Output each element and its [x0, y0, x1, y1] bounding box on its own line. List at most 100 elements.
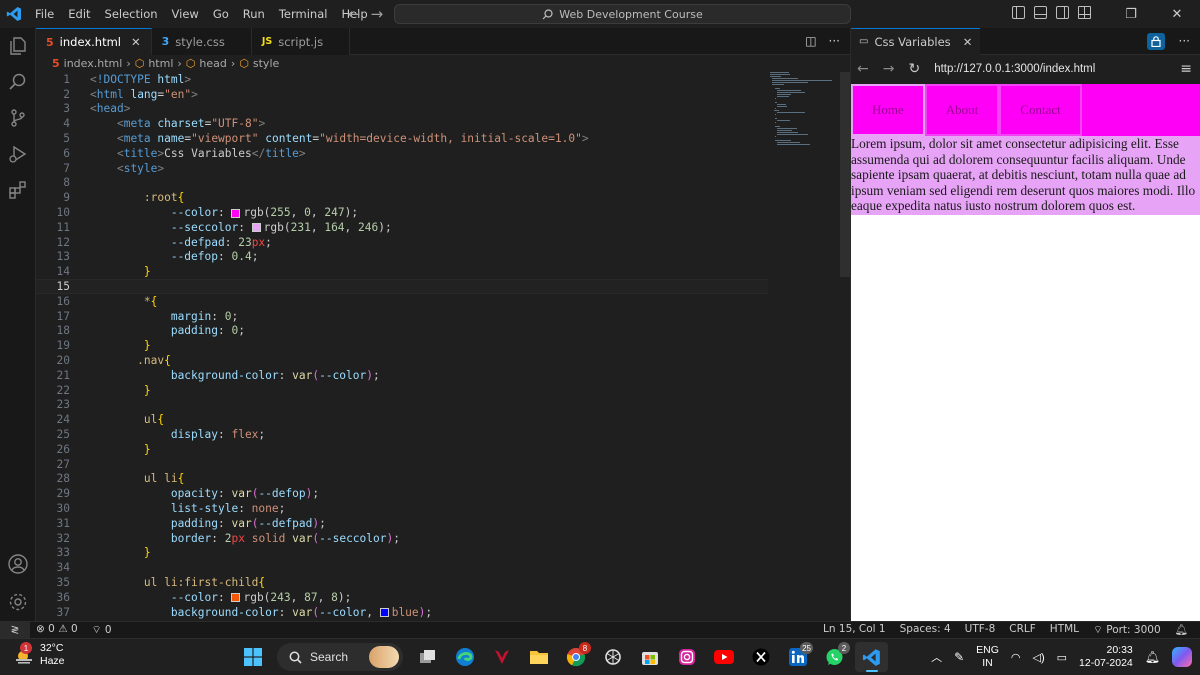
- explorer-icon[interactable]: [0, 28, 36, 64]
- toggle-panel-icon[interactable]: [1034, 6, 1047, 19]
- editor-scrollbar[interactable]: [840, 72, 850, 277]
- toggle-primary-sidebar-icon[interactable]: [1012, 6, 1025, 19]
- breadcrumb-item[interactable]: head: [199, 57, 226, 70]
- battery-icon[interactable]: ▭: [1057, 651, 1067, 664]
- whatsapp-icon[interactable]: 2: [818, 642, 851, 672]
- vscode-logo-icon[interactable]: [0, 0, 28, 28]
- code-line[interactable]: 3 <head>: [36, 102, 768, 117]
- close-tab-icon[interactable]: ✕: [963, 35, 973, 49]
- run-debug-icon[interactable]: [0, 136, 36, 172]
- code-line[interactable]: 19 }: [36, 338, 768, 353]
- code-line[interactable]: 17 margin: 0;: [36, 309, 768, 324]
- code-line[interactable]: 21 background-color: var(--color);: [36, 368, 768, 383]
- task-view-icon[interactable]: [411, 642, 444, 672]
- notifications-bell-icon[interactable]: 🔔︎: [1175, 623, 1188, 637]
- instagram-icon[interactable]: [670, 642, 703, 672]
- page-nav-item-contact[interactable]: Contact: [999, 84, 1082, 136]
- menu-item-terminal[interactable]: Terminal: [272, 7, 335, 21]
- code-line[interactable]: 1 <!DOCTYPE html>: [36, 72, 768, 87]
- code-line[interactable]: 16 *{: [36, 294, 768, 309]
- tab-index-html[interactable]: 5 index.html ✕: [36, 28, 152, 55]
- x-twitter-icon[interactable]: [744, 642, 777, 672]
- more-actions-icon[interactable]: ···: [1179, 34, 1190, 48]
- menu-item-run[interactable]: Run: [236, 7, 272, 21]
- close-icon[interactable]: ✕: [1154, 0, 1200, 28]
- code-line[interactable]: 31 padding: var(--defpad);: [36, 516, 768, 531]
- refresh-icon[interactable]: ↻: [908, 61, 920, 77]
- minimap[interactable]: [768, 72, 840, 621]
- code-line[interactable]: 8: [36, 176, 768, 191]
- code-line[interactable]: 22 }: [36, 383, 768, 398]
- extensions-icon[interactable]: [0, 172, 36, 208]
- microsoft-store-icon[interactable]: [633, 642, 666, 672]
- line-ending[interactable]: CRLF: [1009, 623, 1036, 637]
- code-line[interactable]: 37 background-color: var(--color, blue);: [36, 605, 768, 620]
- back-arrow-icon[interactable]: ←: [348, 5, 361, 23]
- forward-arrow-icon[interactable]: →: [883, 61, 895, 77]
- code-line[interactable]: 13 --defop: 0.4;: [36, 250, 768, 265]
- code-line[interactable]: 10 --color: rgb(255, 0, 247);: [36, 205, 768, 220]
- code-line[interactable]: 15: [36, 279, 768, 294]
- menu-item-go[interactable]: Go: [206, 7, 236, 21]
- taskbar-search[interactable]: Search: [277, 643, 403, 671]
- copilot-icon[interactable]: [1172, 647, 1192, 667]
- restore-icon[interactable]: ❐: [1108, 0, 1154, 28]
- search-icon[interactable]: [0, 64, 36, 100]
- code-line[interactable]: 14 }: [36, 264, 768, 279]
- code-line[interactable]: 27: [36, 457, 768, 472]
- code-line[interactable]: 36 --color: rgb(243, 87, 8);: [36, 590, 768, 605]
- code-line[interactable]: 35 ul li:first-child{: [36, 575, 768, 590]
- close-tab-icon[interactable]: ✕: [131, 35, 141, 49]
- chatgpt-icon[interactable]: [596, 642, 629, 672]
- url-field[interactable]: http://127.0.0.1:3000/index.html: [934, 63, 1095, 75]
- breadcrumb-item[interactable]: index.html: [64, 57, 123, 70]
- code-line[interactable]: 28 ul li{: [36, 472, 768, 487]
- code-line[interactable]: 30 list-style: none;: [36, 501, 768, 516]
- code-line[interactable]: 9 :root{: [36, 190, 768, 205]
- volume-icon[interactable]: ◁): [1033, 651, 1045, 664]
- weather-widget[interactable]: 1 32°C Haze: [14, 642, 65, 668]
- code-line[interactable]: 2 <html lang="en">: [36, 87, 768, 102]
- settings-gear-icon[interactable]: [0, 584, 36, 620]
- input-language[interactable]: ENG IN: [976, 644, 999, 670]
- back-arrow-icon[interactable]: ←: [857, 61, 869, 77]
- breadcrumb-item[interactable]: html: [148, 57, 173, 70]
- page-nav-item-about[interactable]: About: [924, 84, 1000, 136]
- forward-arrow-icon[interactable]: →: [371, 5, 384, 23]
- linkedin-icon[interactable]: 25: [781, 642, 814, 672]
- command-center[interactable]: Web Development Course: [394, 4, 851, 24]
- pen-menu-icon[interactable]: ✎: [954, 650, 964, 664]
- language-mode[interactable]: HTML: [1050, 623, 1079, 637]
- ports-indicator[interactable]: ⌔ 0: [92, 623, 112, 637]
- code-line[interactable]: 5 <meta name="viewport" content="width=d…: [36, 131, 768, 146]
- problems-indicator[interactable]: ⊗ 0 ⚠ 0: [36, 623, 78, 637]
- code-line[interactable]: 6 <title>Css Variables</title>: [36, 146, 768, 161]
- predator-app-icon[interactable]: [485, 642, 518, 672]
- minimize-icon[interactable]: —: [1062, 0, 1108, 28]
- menu-item-file[interactable]: File: [28, 7, 61, 21]
- vscode-taskbar-icon[interactable]: [855, 642, 888, 672]
- code-line[interactable]: 25 display: flex;: [36, 427, 768, 442]
- open-preview-icon[interactable]: ◫: [805, 34, 816, 48]
- indentation[interactable]: Spaces: 4: [900, 623, 951, 637]
- notifications-bell-icon[interactable]: 🔔︎: [1145, 650, 1160, 664]
- lock-group-icon[interactable]: [1146, 32, 1165, 50]
- tab-preview[interactable]: ▭ Css Variables ✕: [851, 27, 981, 55]
- code-line[interactable]: 33 }: [36, 546, 768, 561]
- code-line[interactable]: 7 <style>: [36, 161, 768, 176]
- tab-script-js[interactable]: JS script.js: [251, 28, 351, 55]
- code-line[interactable]: 23: [36, 398, 768, 413]
- code-line[interactable]: 18 padding: 0;: [36, 324, 768, 339]
- tab-style-css[interactable]: 3 style.css: [151, 28, 252, 55]
- clock[interactable]: 20:33 12-07-2024: [1079, 644, 1133, 670]
- more-actions-icon[interactable]: ···: [829, 34, 840, 48]
- menu-item-selection[interactable]: Selection: [98, 7, 165, 21]
- code-line[interactable]: 12 --defpad: 23px;: [36, 235, 768, 250]
- code-line[interactable]: 20 .nav{: [36, 353, 768, 368]
- source-control-icon[interactable]: [0, 100, 36, 136]
- code-line[interactable]: 32 border: 2px solid var(--seccolor);: [36, 531, 768, 546]
- code-line[interactable]: 11 --seccolor: rgb(231, 164, 246);: [36, 220, 768, 235]
- live-server-port[interactable]: ⌔ Port: 3000: [1093, 623, 1161, 637]
- show-hidden-icons-icon[interactable]: ︿: [931, 649, 942, 665]
- youtube-icon[interactable]: [707, 642, 740, 672]
